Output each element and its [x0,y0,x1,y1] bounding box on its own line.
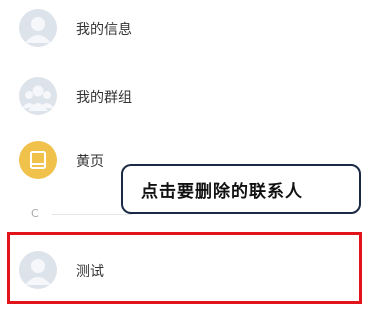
person-avatar-icon [19,9,57,47]
menu-item-label: 黄页 [76,154,104,170]
menu-item-label: 我的群组 [76,90,132,106]
section-letter: C [31,207,39,220]
menu-item-my-info[interactable]: 我的信息 [0,0,386,56]
menu-item-my-groups[interactable]: 我的群组 [0,68,386,124]
contact-highlight-box [7,232,362,304]
group-avatar-icon [19,77,57,115]
instruction-callout: 点击要删除的联系人 [121,164,361,214]
callout-text: 点击要删除的联系人 [141,181,303,202]
book-icon [19,141,57,179]
menu-item-label: 我的信息 [76,22,132,38]
section-divider [52,214,132,215]
